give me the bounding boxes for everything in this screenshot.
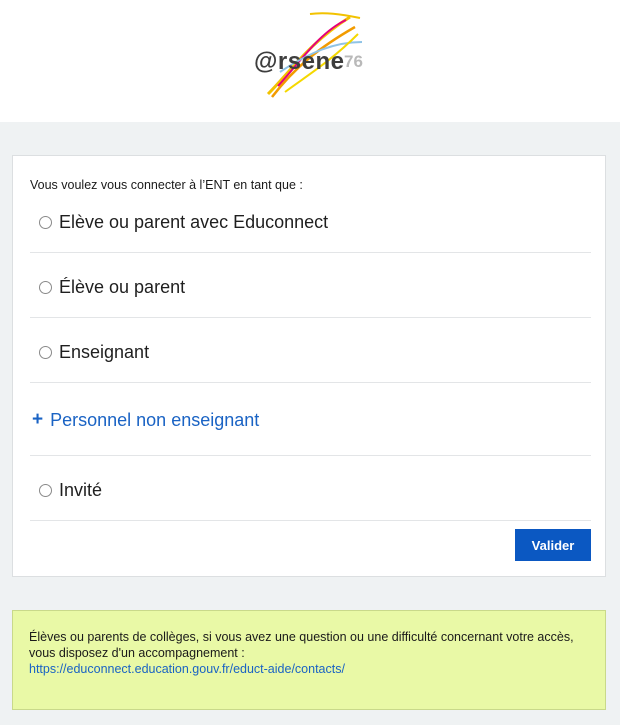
option-label: Enseignant [59,342,150,362]
help-link[interactable]: https://educonnect.education.gouv.fr/edu… [29,662,345,676]
divider [30,317,591,318]
logo-text: @rsene [254,48,345,75]
option-label: Elève ou parent avec Educonnect [59,212,329,232]
divider [30,455,591,456]
option-label: Élève ou parent [59,277,186,297]
radio-educonnect[interactable] [39,216,52,229]
option-invite[interactable]: Invité [30,480,591,501]
divider [30,520,591,521]
notice-text: Élèves ou parents de collèges, si vous a… [29,630,574,660]
option-label: Invité [59,480,103,500]
expand-label: Personnel non enseignant [50,409,260,430]
option-eleve-parent[interactable]: Élève ou parent [30,277,591,298]
radio-invite[interactable] [39,484,52,497]
help-notice: Élèves ou parents de collèges, si vous a… [12,610,606,710]
login-prompt: Vous voulez vous connecter à l’ENT en ta… [30,178,303,192]
radio-eleve-parent[interactable] [39,281,52,294]
login-card: Vous voulez vous connecter à l’ENT en ta… [12,155,606,577]
option-enseignant[interactable]: Enseignant [30,342,591,363]
logo-number: 76 [344,52,363,71]
divider [30,252,591,253]
validate-button[interactable]: Valider [515,529,591,561]
expand-personnel-non-enseignant[interactable]: + Personnel non enseignant [30,409,591,431]
option-educonnect[interactable]: Elève ou parent avec Educonnect [30,212,591,233]
radio-enseignant[interactable] [39,346,52,359]
arsene76-logo: @rsene 76 [250,12,370,102]
header: @rsene 76 [0,0,620,122]
divider [30,382,591,383]
plus-icon[interactable]: + [32,409,43,431]
